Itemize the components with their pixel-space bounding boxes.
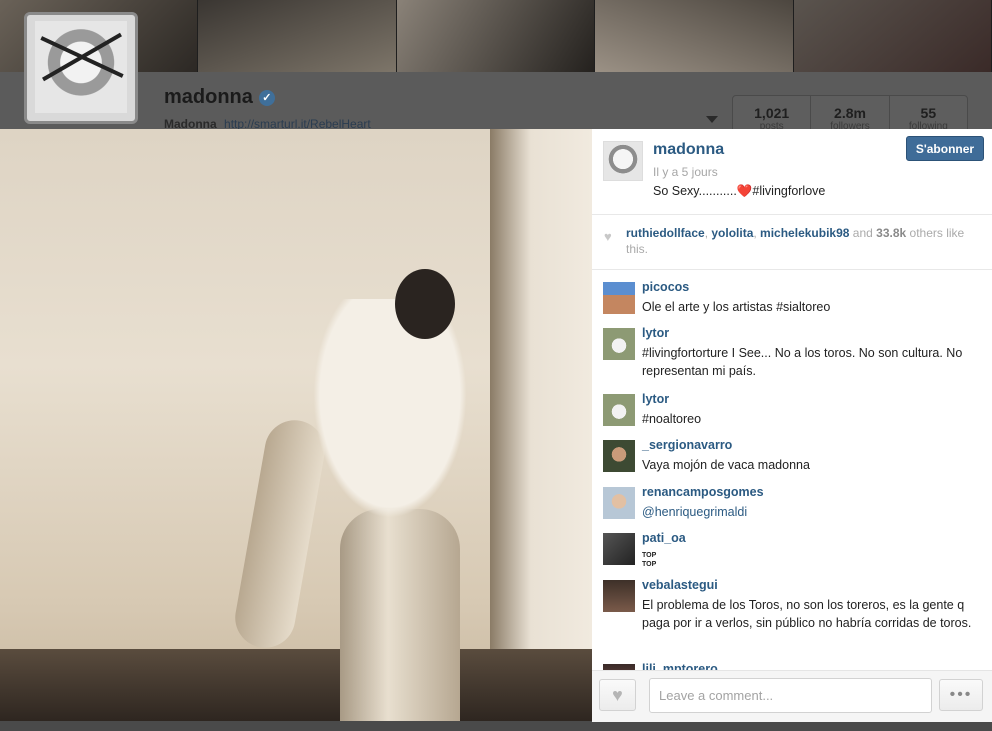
commenter-avatar[interactable] [603, 533, 635, 565]
post-header: madonna Il y a 5 jours So Sexy..........… [592, 129, 992, 215]
commenter-avatar[interactable] [603, 440, 635, 472]
grid-thumbnail[interactable] [595, 0, 794, 72]
post-caption: So Sexy...........❤️#livingforlove [653, 184, 825, 199]
comment-text: El problema de los Toros, no son los tor… [642, 598, 972, 630]
grid-thumbnail[interactable] [793, 0, 992, 72]
comment-text: Vaya mojón de vaca madonna [642, 458, 810, 472]
likes-text: ruthiedollface, yololita, michelekubik98… [626, 226, 965, 256]
grid-thumbnail[interactable] [396, 0, 596, 72]
commenter-username[interactable]: picocos [642, 280, 689, 294]
photo-figure-torso [300, 299, 480, 539]
commenter-username[interactable]: renancamposgomes [642, 485, 764, 499]
photo-floor [0, 649, 592, 721]
post-author-username[interactable]: madonna [653, 141, 724, 159]
commenter-username[interactable]: pati_oa [642, 531, 686, 545]
profile-username: madonna ✓ [164, 86, 275, 109]
like-button[interactable]: ♥ [599, 679, 636, 711]
comment-text: #noaltoreo [642, 412, 702, 426]
comment-footer: ♥ ••• [592, 670, 992, 722]
commenter-username[interactable]: lili_mptorero [642, 662, 718, 670]
more-options-button[interactable]: ••• [939, 679, 983, 711]
post-timestamp: Il y a 5 jours [653, 165, 718, 179]
comment-mention[interactable]: @henriquegrimaldi [642, 503, 984, 521]
chevron-down-icon[interactable] [706, 116, 718, 123]
follow-button[interactable]: S'abonner [906, 136, 984, 161]
commenter-avatar[interactable] [603, 328, 635, 360]
comment-text: Ole el arte y los artistas #sialtoreo [642, 300, 831, 314]
comment-input[interactable] [649, 678, 932, 713]
photo-wall [490, 129, 592, 669]
profile-photo-strip [0, 0, 992, 72]
photo-figure-legs [340, 509, 460, 721]
stat-value: 2.8m [834, 105, 866, 121]
commenter-username[interactable]: _sergionavarro [642, 438, 732, 452]
post-side-panel: madonna Il y a 5 jours So Sexy..........… [592, 129, 992, 722]
commenter-username[interactable]: lytor [642, 326, 669, 340]
caption-hashtag[interactable]: #livingforlove [752, 184, 825, 198]
profile-username-text: madonna [164, 86, 253, 108]
profile-avatar[interactable] [24, 12, 138, 124]
comments-list[interactable]: picocos Ole el arte y los artistas #sial… [592, 270, 992, 670]
stat-value: 55 [920, 105, 937, 121]
comment-text: #livingfortorture I See... No a los toro… [642, 346, 963, 378]
avatar-face [35, 21, 127, 113]
commenter-avatar[interactable] [603, 580, 635, 612]
grid-thumbnail[interactable] [198, 0, 397, 72]
heart-emoji-icon: ❤️ [736, 184, 753, 198]
liker-username[interactable]: ruthiedollface [626, 226, 705, 240]
caption-text: So Sexy........... [653, 184, 737, 198]
stat-value: 1,021 [754, 105, 790, 121]
heart-icon: ♥ [612, 685, 623, 705]
liker-username[interactable]: yololita [711, 226, 753, 240]
post-author-avatar[interactable] [603, 141, 643, 181]
more-dots-icon: ••• [949, 686, 973, 703]
commenter-avatar[interactable] [603, 487, 635, 519]
comment-text: TOP TOP [642, 552, 657, 568]
likes-connector: and [852, 226, 873, 240]
post-photo[interactable] [0, 129, 592, 721]
commenter-username[interactable]: vebalastegui [642, 578, 718, 592]
heart-icon: ♥ [604, 229, 612, 244]
likes-summary: ♥ ruthiedollface, yololita, michelekubik… [592, 215, 992, 270]
likes-count[interactable]: 33.8k [876, 226, 906, 240]
commenter-avatar[interactable] [603, 282, 635, 314]
liker-username[interactable]: michelekubik98 [760, 226, 849, 240]
verified-badge-icon: ✓ [258, 89, 275, 106]
commenter-avatar[interactable] [603, 394, 635, 426]
photo-figure-head [395, 269, 455, 339]
commenter-username[interactable]: lytor [642, 392, 669, 406]
